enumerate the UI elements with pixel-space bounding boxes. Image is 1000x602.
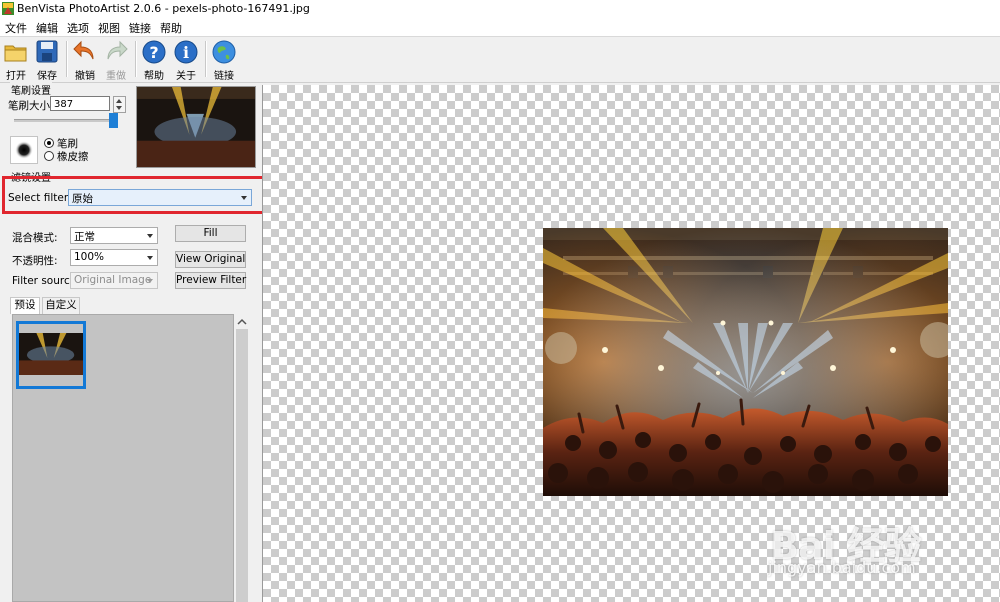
redo-button[interactable]: 重做: [101, 39, 131, 82]
folder-icon: [4, 45, 27, 62]
brush-preview: [10, 136, 38, 164]
question-mark-icon: ?: [142, 40, 166, 64]
redo-label: 重做: [106, 71, 126, 82]
opacity-select[interactable]: 100%: [70, 249, 158, 266]
svg-text:i: i: [183, 43, 189, 62]
scrollbar-thumb[interactable]: [236, 329, 248, 602]
opacity-value: 100%: [74, 251, 105, 263]
blend-mode-value: 正常: [74, 231, 95, 243]
filter-source-select: Original Image: [70, 272, 158, 289]
undo-button[interactable]: 撤销: [70, 39, 100, 82]
menu-view[interactable]: 视图: [98, 20, 120, 36]
menu-bar: 文件 编辑 选项 视图 链接 帮助: [0, 18, 1000, 37]
soft-brush-icon: [15, 141, 33, 159]
save-label: 保存: [37, 71, 57, 82]
save-button[interactable]: 保存: [32, 39, 62, 82]
chevron-down-icon: [147, 256, 153, 260]
preview-filter-button[interactable]: Preview Filter: [175, 272, 246, 289]
tab-custom[interactable]: 自定义: [42, 297, 80, 314]
help-button[interactable]: ? 帮助: [139, 39, 169, 82]
menu-help[interactable]: 帮助: [160, 20, 182, 36]
view-original-button[interactable]: View Original: [175, 251, 246, 268]
undo-arrow-icon: [73, 40, 94, 60]
opacity-label: 不透明性:: [12, 255, 58, 267]
spinner-up-icon[interactable]: [116, 99, 122, 103]
app-logo-icon: [2, 2, 14, 15]
link-label: 链接: [214, 71, 234, 82]
concert-photo-preset: [19, 333, 83, 375]
eraser-mode-radio[interactable]: [44, 151, 54, 161]
spinner-down-icon[interactable]: [116, 106, 122, 110]
concert-photo-thumbnail: [137, 87, 255, 167]
brush-size-spinner[interactable]: [113, 96, 126, 113]
tab-presets[interactable]: 预设: [10, 297, 40, 314]
chevron-up-icon[interactable]: [234, 315, 250, 329]
svg-text:?: ?: [149, 43, 158, 62]
menu-file[interactable]: 文件: [5, 20, 27, 36]
brush-settings-heading: 笔刷设置: [10, 82, 52, 97]
toolbar: 打开 保存 撤销 重做 ? 帮助 i 关于 链接: [0, 37, 1000, 83]
concert-photo-image: [543, 228, 948, 496]
blend-mode-label: 混合模式:: [12, 232, 58, 244]
highlight-annotation: [2, 176, 282, 214]
fill-button[interactable]: Fill: [175, 225, 246, 242]
brush-size-slider-track[interactable]: [14, 119, 114, 122]
menu-edit[interactable]: 编辑: [36, 20, 58, 36]
floppy-disk-icon: [36, 40, 58, 63]
concert-photo[interactable]: [543, 228, 948, 496]
info-icon: i: [174, 40, 198, 64]
about-button[interactable]: i 关于: [171, 39, 201, 82]
brush-size-label: 笔刷大小:: [8, 100, 54, 112]
link-button[interactable]: 链接: [209, 39, 239, 82]
eraser-mode-label: 橡皮擦: [57, 151, 89, 163]
menu-options[interactable]: 选项: [67, 20, 89, 36]
title-bar: BenVista PhotoArtist 2.0.6 - pexels-phot…: [0, 0, 1000, 18]
open-button[interactable]: 打开: [1, 39, 31, 82]
preset-thumbnail-image: [19, 333, 83, 375]
redo-arrow-icon: [107, 40, 128, 60]
chevron-down-icon: [147, 234, 153, 238]
menu-link[interactable]: 链接: [129, 20, 151, 36]
navigator-thumbnail[interactable]: [136, 86, 256, 168]
blend-mode-select[interactable]: 正常: [70, 227, 158, 244]
baidu-watermark-url: jingyan.baidu.com: [768, 558, 916, 577]
brush-size-input[interactable]: 387: [50, 96, 110, 111]
brush-size-slider-thumb[interactable]: [109, 113, 118, 128]
about-label: 关于: [176, 71, 196, 82]
chevron-down-icon: [147, 279, 153, 283]
window-title: BenVista PhotoArtist 2.0.6 - pexels-phot…: [17, 2, 310, 15]
globe-icon: [212, 40, 236, 64]
brush-mode-radio[interactable]: [44, 138, 54, 148]
filter-source-value: Original Image: [74, 274, 152, 286]
